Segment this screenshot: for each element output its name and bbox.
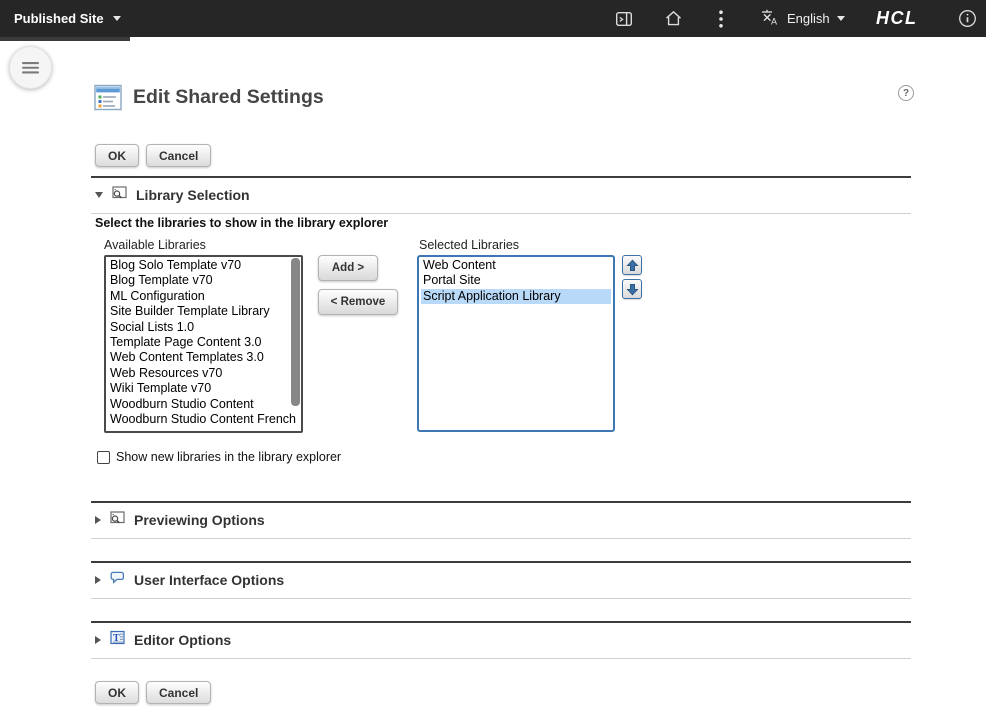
- selected-library-item[interactable]: Web Content: [421, 258, 611, 273]
- move-up-button[interactable]: [622, 255, 642, 275]
- available-library-item[interactable]: Woodburn Studio Content: [108, 397, 299, 412]
- selected-libraries-listbox[interactable]: Web ContentPortal SiteScript Application…: [417, 255, 615, 432]
- svg-text:A: A: [771, 17, 777, 27]
- language-dropdown[interactable]: A English: [760, 0, 845, 37]
- listbox-scrollbar[interactable]: [291, 258, 300, 406]
- move-down-button[interactable]: [622, 279, 642, 299]
- collapse-triangle-icon: [95, 192, 103, 198]
- more-options-kebab-icon[interactable]: [712, 0, 730, 37]
- help-button[interactable]: ?: [898, 85, 914, 101]
- text-editor-icon: T: [109, 629, 126, 651]
- available-library-item[interactable]: Woodburn Studio Content French: [108, 412, 299, 427]
- available-library-item[interactable]: Site Builder Template Library: [108, 304, 299, 319]
- previewing-icon: [109, 509, 126, 531]
- selected-libraries-label: Selected Libraries: [419, 238, 519, 252]
- toolbox-panel-icon[interactable]: [612, 0, 636, 37]
- language-label: English: [787, 11, 830, 26]
- section-header-previewing-options[interactable]: Previewing Options: [91, 503, 911, 538]
- arrow-up-icon: [626, 259, 639, 272]
- arrow-down-icon: [626, 283, 639, 296]
- available-library-item[interactable]: Template Page Content 3.0: [108, 335, 299, 350]
- section-library-selection: Library Selection: [91, 176, 911, 214]
- checkbox-label: Show new libraries in the library explor…: [116, 450, 341, 464]
- add-button[interactable]: Add >: [318, 255, 378, 281]
- expand-triangle-icon: [95, 636, 101, 644]
- section-title: Editor Options: [134, 632, 231, 648]
- ok-button-top[interactable]: OK: [95, 144, 139, 167]
- library-instruction: Select the libraries to show in the libr…: [95, 216, 388, 230]
- available-libraries-listbox[interactable]: Blog Solo Template v70Blog Template v70M…: [104, 255, 303, 433]
- page-title: Edit Shared Settings: [133, 84, 324, 111]
- available-library-item[interactable]: Web Resources v70: [108, 366, 299, 381]
- selected-library-item[interactable]: Script Application Library: [421, 289, 611, 304]
- show-new-libraries-checkbox[interactable]: [97, 451, 110, 464]
- edit-shared-settings-page: Published Site: [0, 0, 986, 713]
- section-header-editor-options[interactable]: T Editor Options: [91, 623, 911, 658]
- info-icon[interactable]: [956, 0, 978, 37]
- site-selector-label: Published Site: [14, 11, 104, 26]
- section-title: User Interface Options: [134, 572, 284, 588]
- available-library-item[interactable]: Blog Template v70: [108, 273, 299, 288]
- library-preview-icon: [111, 184, 128, 206]
- translate-icon: A: [760, 8, 780, 29]
- remove-button[interactable]: < Remove: [318, 289, 398, 315]
- section-editor-options: T Editor Options: [91, 621, 911, 659]
- selected-library-item[interactable]: Portal Site: [421, 273, 611, 288]
- expand-triangle-icon: [95, 576, 101, 584]
- ok-button-bottom[interactable]: OK: [95, 681, 139, 704]
- section-title: Library Selection: [136, 187, 250, 203]
- available-library-item[interactable]: Blog Solo Template v70: [108, 258, 299, 273]
- expand-triangle-icon: [95, 516, 101, 524]
- section-header-user-interface-options[interactable]: User Interface Options: [91, 563, 911, 598]
- top-bar: Published Site: [0, 0, 986, 37]
- available-library-item[interactable]: Wiki Template v70: [108, 381, 299, 396]
- panel-edge: [0, 37, 130, 41]
- available-library-item[interactable]: Web Content Templates 3.0: [108, 350, 299, 365]
- hamburger-icon: [22, 62, 39, 74]
- hamburger-menu-button[interactable]: [9, 46, 52, 89]
- section-title: Previewing Options: [134, 512, 265, 528]
- cancel-button-bottom[interactable]: Cancel: [146, 681, 211, 704]
- shared-settings-icon: [94, 84, 122, 116]
- hcl-logo: HCL: [876, 0, 918, 37]
- speech-bubble-icon: [109, 569, 126, 591]
- available-library-item[interactable]: Social Lists 1.0: [108, 320, 299, 335]
- chevron-down-icon: [837, 16, 845, 21]
- section-user-interface-options: User Interface Options: [91, 561, 911, 599]
- show-new-libraries-row: Show new libraries in the library explor…: [97, 450, 341, 464]
- cancel-button-top[interactable]: Cancel: [146, 144, 211, 167]
- section-previewing-options: Previewing Options: [91, 501, 911, 539]
- home-icon[interactable]: [661, 0, 685, 37]
- available-library-item[interactable]: ML Configuration: [108, 289, 299, 304]
- section-header-library-selection[interactable]: Library Selection: [91, 178, 911, 213]
- site-selector-dropdown[interactable]: Published Site: [14, 0, 121, 37]
- available-libraries-label: Available Libraries: [104, 238, 206, 252]
- chevron-down-icon: [113, 16, 121, 21]
